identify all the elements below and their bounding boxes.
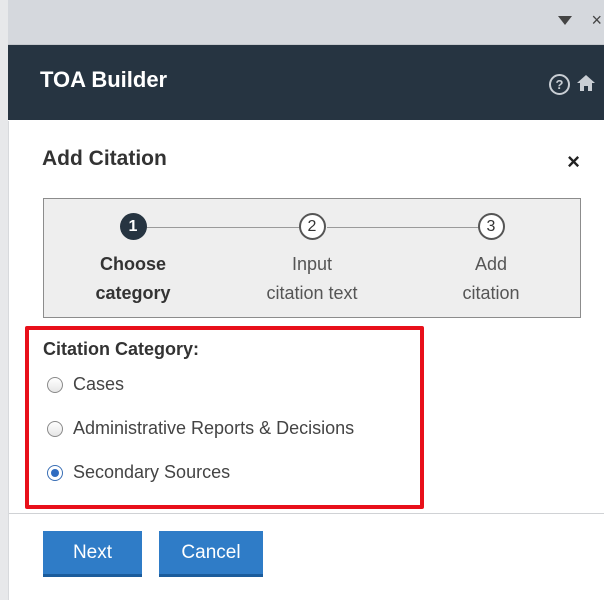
step-number: 3 [477,213,505,240]
step-label: Input citation text [266,254,358,303]
pane-close-icon[interactable]: × [591,10,602,30]
step-number: 1 [119,213,147,240]
step-label: Add citation [462,254,520,303]
radio-button[interactable] [47,420,63,437]
radio-label[interactable]: Secondary Sources [73,462,230,483]
task-pane-strip: × [0,0,604,600]
radio-label[interactable]: Administrative Reports & Decisions [73,418,354,439]
step-add-citation: 3 Add citation [416,213,566,308]
home-icon[interactable] [576,73,596,93]
step-label: Choose category [95,254,171,303]
progress-stepper: 1 Choose category 2 Input citation text … [43,198,581,318]
next-button[interactable]: Next [43,531,142,577]
step-input-citation-text: 2 Input citation text [237,213,387,308]
close-icon[interactable]: × [567,149,580,175]
app-header: TOA Builder ? [8,45,604,120]
step-number: 2 [298,213,326,240]
radio-button-selected[interactable] [47,464,63,481]
radio-button[interactable] [47,376,63,393]
pane-left-edge [0,0,8,600]
app-title: TOA Builder [40,67,168,92]
add-citation-panel: Add Citation × 1 Choose category 2 Input… [8,121,604,600]
citation-category-label: Citation Category: [43,339,200,359]
radio-option-cases[interactable]: Cases [47,374,124,395]
dialog-title: Add Citation [42,147,167,170]
radio-option-administrative-reports[interactable]: Administrative Reports & Decisions [47,418,354,439]
radio-label[interactable]: Cases [73,374,124,395]
radio-option-secondary-sources[interactable]: Secondary Sources [47,462,230,483]
divider [9,513,604,514]
caret-down-icon[interactable] [558,16,572,25]
step-choose-category: 1 Choose category [58,213,208,308]
cancel-button[interactable]: Cancel [159,531,263,577]
help-icon[interactable]: ? [549,74,570,95]
